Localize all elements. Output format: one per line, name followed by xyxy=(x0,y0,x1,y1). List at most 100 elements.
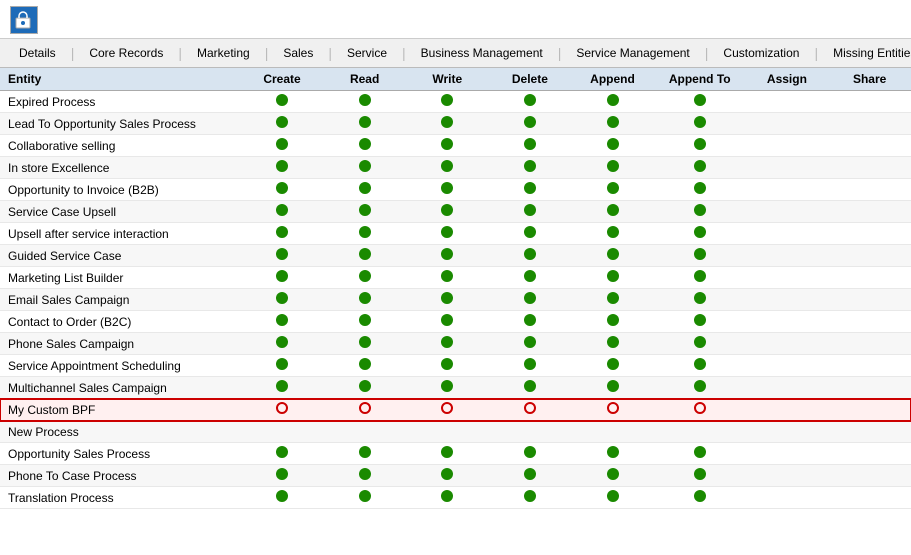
perm-cell-share[interactable] xyxy=(828,311,911,333)
perm-cell-read[interactable] xyxy=(323,267,406,289)
perm-cell-append_to[interactable] xyxy=(654,201,746,223)
perm-cell-assign[interactable] xyxy=(746,333,829,355)
perm-cell-delete[interactable] xyxy=(489,113,572,135)
perm-cell-append_to[interactable] xyxy=(654,245,746,267)
perm-cell-read[interactable] xyxy=(323,421,406,443)
perm-cell-create[interactable] xyxy=(241,201,324,223)
perm-cell-read[interactable] xyxy=(323,311,406,333)
perm-cell-read[interactable] xyxy=(323,443,406,465)
perm-cell-create[interactable] xyxy=(241,355,324,377)
perm-cell-append[interactable] xyxy=(571,333,654,355)
perm-cell-delete[interactable] xyxy=(489,201,572,223)
perm-cell-read[interactable] xyxy=(323,399,406,421)
perm-cell-append[interactable] xyxy=(571,399,654,421)
perm-cell-append[interactable] xyxy=(571,179,654,201)
perm-cell-append[interactable] xyxy=(571,377,654,399)
perm-cell-share[interactable] xyxy=(828,245,911,267)
perm-cell-assign[interactable] xyxy=(746,421,829,443)
perm-cell-append_to[interactable] xyxy=(654,421,746,443)
perm-cell-delete[interactable] xyxy=(489,179,572,201)
tab-customization[interactable]: Customization xyxy=(710,39,812,67)
perm-cell-append_to[interactable] xyxy=(654,113,746,135)
perm-cell-write[interactable] xyxy=(406,289,489,311)
perm-cell-delete[interactable] xyxy=(489,333,572,355)
perm-cell-append[interactable] xyxy=(571,289,654,311)
perm-cell-append_to[interactable] xyxy=(654,223,746,245)
perm-cell-append[interactable] xyxy=(571,487,654,509)
perm-cell-delete[interactable] xyxy=(489,135,572,157)
perm-cell-read[interactable] xyxy=(323,245,406,267)
perm-cell-append[interactable] xyxy=(571,113,654,135)
perm-cell-append[interactable] xyxy=(571,201,654,223)
perm-cell-write[interactable] xyxy=(406,201,489,223)
perm-cell-write[interactable] xyxy=(406,267,489,289)
perm-cell-delete[interactable] xyxy=(489,421,572,443)
perm-cell-create[interactable] xyxy=(241,289,324,311)
perm-cell-assign[interactable] xyxy=(746,201,829,223)
perm-cell-share[interactable] xyxy=(828,487,911,509)
perm-cell-append_to[interactable] xyxy=(654,157,746,179)
perm-cell-delete[interactable] xyxy=(489,355,572,377)
perm-cell-append_to[interactable] xyxy=(654,333,746,355)
tab-service-management[interactable]: Service Management xyxy=(563,39,702,67)
perm-cell-append_to[interactable] xyxy=(654,487,746,509)
perm-cell-read[interactable] xyxy=(323,201,406,223)
perm-cell-append[interactable] xyxy=(571,245,654,267)
perm-cell-share[interactable] xyxy=(828,399,911,421)
perm-cell-share[interactable] xyxy=(828,179,911,201)
perm-cell-create[interactable] xyxy=(241,311,324,333)
perm-cell-append[interactable] xyxy=(571,135,654,157)
perm-cell-share[interactable] xyxy=(828,223,911,245)
perm-cell-assign[interactable] xyxy=(746,311,829,333)
perm-cell-append_to[interactable] xyxy=(654,289,746,311)
perm-cell-write[interactable] xyxy=(406,179,489,201)
perm-cell-assign[interactable] xyxy=(746,289,829,311)
perm-cell-assign[interactable] xyxy=(746,465,829,487)
perm-cell-create[interactable] xyxy=(241,465,324,487)
perm-cell-delete[interactable] xyxy=(489,267,572,289)
perm-cell-assign[interactable] xyxy=(746,377,829,399)
perm-cell-write[interactable] xyxy=(406,311,489,333)
perm-cell-read[interactable] xyxy=(323,135,406,157)
tab-marketing[interactable]: Marketing xyxy=(184,39,263,67)
perm-cell-read[interactable] xyxy=(323,333,406,355)
perm-cell-share[interactable] xyxy=(828,377,911,399)
perm-cell-write[interactable] xyxy=(406,245,489,267)
perm-cell-write[interactable] xyxy=(406,487,489,509)
perm-cell-delete[interactable] xyxy=(489,377,572,399)
perm-cell-delete[interactable] xyxy=(489,157,572,179)
perm-cell-delete[interactable] xyxy=(489,289,572,311)
perm-cell-write[interactable] xyxy=(406,113,489,135)
perm-cell-write[interactable] xyxy=(406,333,489,355)
perm-cell-append_to[interactable] xyxy=(654,179,746,201)
perm-cell-read[interactable] xyxy=(323,465,406,487)
perm-cell-write[interactable] xyxy=(406,223,489,245)
perm-cell-append_to[interactable] xyxy=(654,465,746,487)
perm-cell-delete[interactable] xyxy=(489,465,572,487)
perm-cell-create[interactable] xyxy=(241,443,324,465)
perm-cell-read[interactable] xyxy=(323,113,406,135)
perm-cell-read[interactable] xyxy=(323,487,406,509)
perm-cell-share[interactable] xyxy=(828,421,911,443)
perm-cell-append[interactable] xyxy=(571,443,654,465)
perm-cell-assign[interactable] xyxy=(746,179,829,201)
perm-cell-create[interactable] xyxy=(241,113,324,135)
perm-cell-create[interactable] xyxy=(241,223,324,245)
perm-cell-share[interactable] xyxy=(828,443,911,465)
perm-cell-read[interactable] xyxy=(323,157,406,179)
perm-cell-share[interactable] xyxy=(828,135,911,157)
perm-cell-write[interactable] xyxy=(406,355,489,377)
perm-cell-read[interactable] xyxy=(323,355,406,377)
perm-cell-read[interactable] xyxy=(323,179,406,201)
perm-cell-share[interactable] xyxy=(828,333,911,355)
perm-cell-create[interactable] xyxy=(241,333,324,355)
content-area[interactable]: EntityCreateReadWriteDeleteAppendAppend … xyxy=(0,68,911,543)
perm-cell-append[interactable] xyxy=(571,91,654,113)
perm-cell-append[interactable] xyxy=(571,421,654,443)
perm-cell-append[interactable] xyxy=(571,267,654,289)
perm-cell-create[interactable] xyxy=(241,91,324,113)
perm-cell-create[interactable] xyxy=(241,399,324,421)
perm-cell-read[interactable] xyxy=(323,91,406,113)
perm-cell-delete[interactable] xyxy=(489,311,572,333)
tab-core-records[interactable]: Core Records xyxy=(76,39,176,67)
